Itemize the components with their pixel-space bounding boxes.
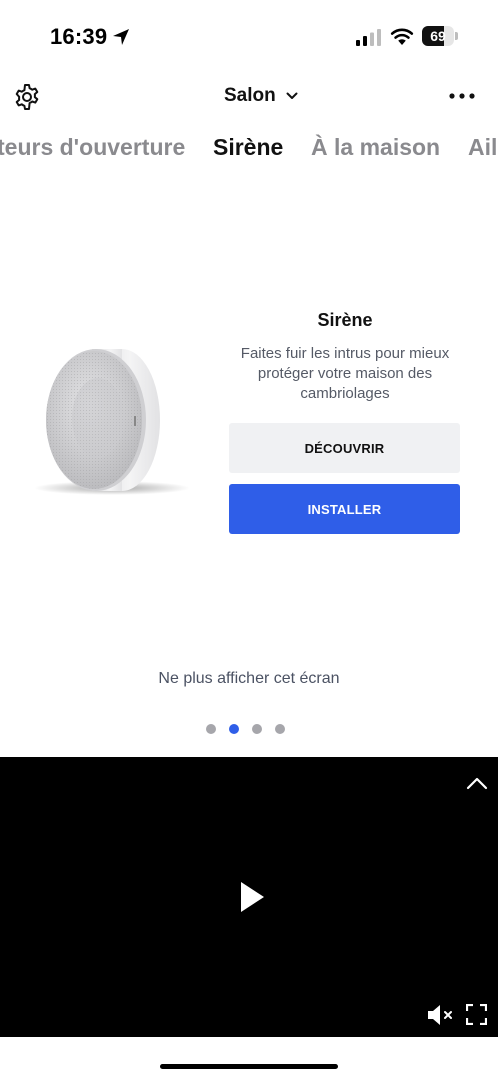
pagination-dot[interactable] [229,724,239,734]
tab-siren[interactable]: Sirène [213,134,283,161]
wifi-icon [390,28,414,45]
card-title: Sirène [317,310,373,330]
battery-percentage: 69 [430,28,446,44]
video-player[interactable] [0,757,498,1037]
tab-away[interactable]: Ail [468,134,497,161]
pagination-dots [206,722,296,736]
room-name: Salon [224,85,276,106]
pagination-dot[interactable] [206,724,216,734]
cellular-signal-icon [356,29,381,46]
pagination-dot[interactable] [275,724,285,734]
install-button[interactable]: INSTALLER [229,484,460,534]
gear-icon[interactable] [12,82,42,112]
battery-icon: 69 [422,26,458,46]
chevron-up-icon[interactable] [466,776,488,790]
app-header: Salon [0,72,498,122]
tab-at-home[interactable]: À la maison [311,134,440,161]
mute-icon[interactable] [427,1004,455,1026]
status-bar: 16:39 69 [0,0,498,72]
more-icon[interactable] [448,92,476,100]
location-arrow-icon [113,29,129,45]
card-description: Faites fuir les intrus pour mieux protég… [240,345,450,402]
status-time: 16:39 [50,24,108,49]
discover-button[interactable]: DÉCOUVRIR [229,423,460,473]
chevron-down-icon [286,92,298,99]
tab-opening-detectors[interactable]: teurs d'ouverture [0,134,185,161]
play-icon[interactable] [238,880,266,914]
pagination-dot[interactable] [252,724,262,734]
room-selector[interactable]: Salon [224,82,298,110]
category-tabs: teurs d'ouverture Sirène À la maison Ail [0,130,498,170]
dismiss-link[interactable]: Ne plus afficher cet écran [0,670,498,688]
fullscreen-icon[interactable] [466,1004,487,1025]
siren-device-image [34,349,190,495]
home-indicator [160,1064,338,1069]
